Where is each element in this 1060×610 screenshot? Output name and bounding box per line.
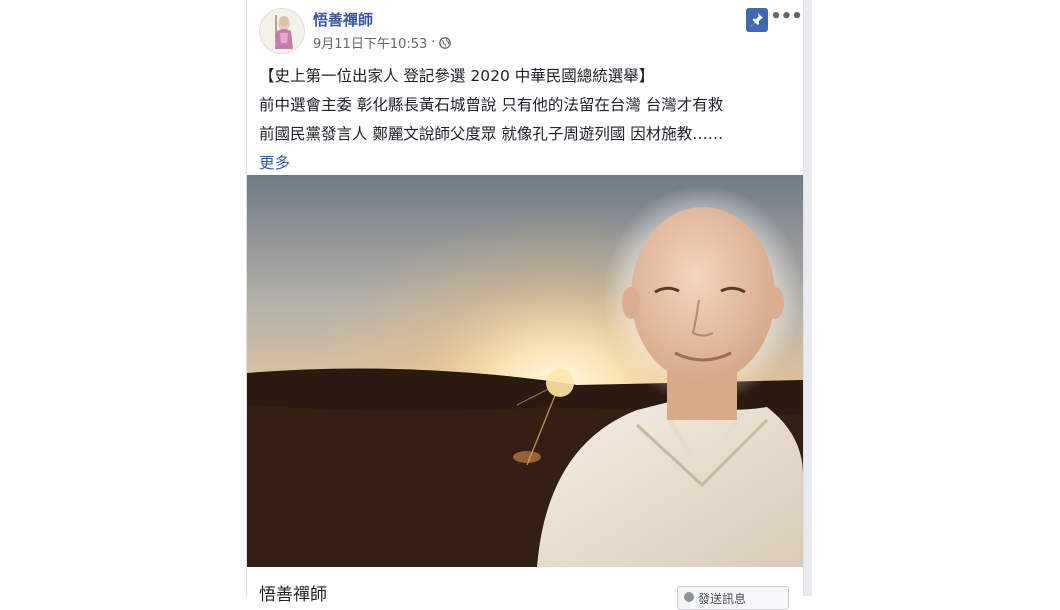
more-options-button[interactable]: ••• bbox=[770, 5, 803, 27]
globe-icon[interactable] bbox=[439, 36, 452, 49]
post-timestamp[interactable]: 9月11日下午10:53 bbox=[313, 33, 427, 52]
page-avatar[interactable] bbox=[259, 8, 305, 54]
post-meta: 9月11日下午10:53 · bbox=[313, 33, 452, 52]
post-line-3: 前國民黨發言人 鄭麗文說師父度眾 就像孔子周遊列國 因材施教…… bbox=[259, 125, 724, 143]
avatar-illustration bbox=[260, 9, 304, 53]
feed-gutter bbox=[804, 0, 812, 596]
messenger-icon bbox=[684, 592, 694, 602]
post-photo[interactable] bbox=[247, 175, 803, 567]
post-card: 悟善禪師 9月11日下午10:53 · ••• 【史上第一位出家人 登記參選 2… bbox=[247, 0, 803, 610]
post-body: 【史上第一位出家人 登記參選 2020 中華民國總統選舉】 前中選會主委 彰化縣… bbox=[259, 62, 799, 178]
meta-separator: · bbox=[431, 35, 436, 50]
see-more-link[interactable]: 更多 bbox=[259, 154, 290, 172]
page-name-link[interactable]: 悟善禪師 bbox=[313, 9, 373, 30]
post-line-2: 前中選會主委 彰化縣長黃石城曾說 只有他的法留在台灣 台灣才有救 bbox=[259, 96, 724, 114]
pin-button[interactable] bbox=[746, 8, 768, 32]
send-message-button[interactable]: 發送訊息 bbox=[677, 586, 789, 610]
post-line-headline: 【史上第一位出家人 登記參選 2020 中華民國總統選舉】 bbox=[259, 67, 655, 85]
send-message-label: 發送訊息 bbox=[698, 592, 747, 606]
more-options-icon: ••• bbox=[770, 5, 803, 27]
photo-sunset-portrait bbox=[247, 175, 803, 567]
link-preview-page-name[interactable]: 悟善禪師 bbox=[259, 580, 327, 605]
pin-icon bbox=[751, 13, 763, 27]
